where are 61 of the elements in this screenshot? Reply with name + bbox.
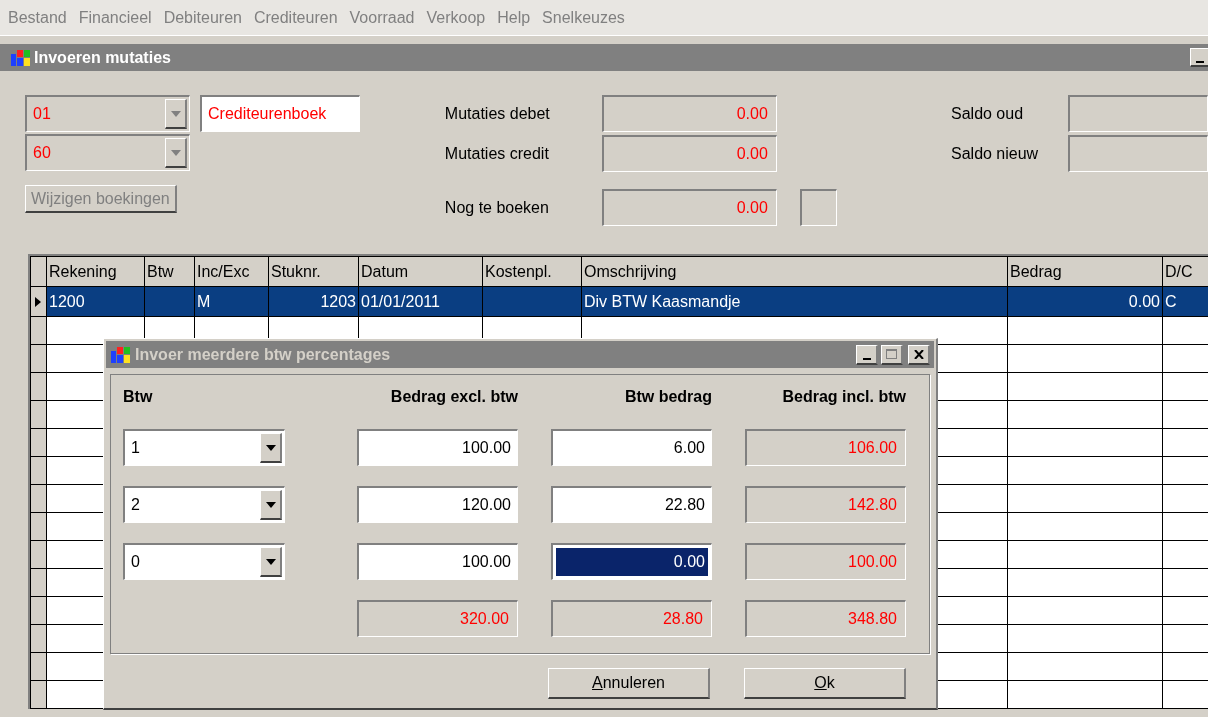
column-header[interactable]: Inc/Exc bbox=[194, 256, 269, 287]
table-cell: 1200 bbox=[46, 286, 145, 317]
balance-field[interactable] bbox=[1068, 135, 1208, 172]
dialog-title: Invoer meerdere btw percentages bbox=[135, 344, 391, 365]
row-header-cell bbox=[30, 256, 47, 287]
dropdown-arrow-button[interactable] bbox=[260, 433, 282, 463]
caret-icon bbox=[170, 149, 181, 156]
table-cell: Div BTW Kaasmandje bbox=[581, 286, 1008, 317]
column-header[interactable]: D/C bbox=[1162, 256, 1208, 287]
table-cell: M bbox=[194, 286, 269, 317]
dropdown-arrow-button[interactable] bbox=[165, 138, 187, 168]
journal-name-field[interactable]: Crediteurenboek bbox=[200, 95, 360, 132]
caret-icon bbox=[265, 558, 276, 565]
total-label: Mutaties debet bbox=[444, 103, 551, 124]
caret-icon bbox=[265, 444, 276, 451]
close-button[interactable] bbox=[908, 344, 930, 365]
balance-field[interactable] bbox=[1068, 95, 1208, 132]
vat-code-combo[interactable]: 1 bbox=[123, 429, 285, 466]
booking-row[interactable]: 1200 M 1203 01/01/2011 Div BTW Kaasmandje 0.00 C bbox=[30, 286, 1208, 317]
amount-excl-field[interactable]: 100.00 bbox=[357, 543, 518, 580]
window-logo-icon bbox=[110, 344, 132, 365]
amount-excl-field[interactable]: 100.00 bbox=[357, 429, 518, 466]
balance-label: Saldo nieuw bbox=[951, 143, 1040, 164]
column-header[interactable]: Rekening bbox=[46, 256, 145, 287]
minimize-button[interactable] bbox=[1190, 48, 1208, 67]
vat-code-combo[interactable]: 2 bbox=[123, 486, 285, 523]
remaining-label: Nog te boeken bbox=[444, 197, 550, 218]
close-icon bbox=[913, 349, 924, 359]
table-cell: 01/01/2011 bbox=[358, 286, 483, 317]
column-label: Btw bedrag bbox=[623, 387, 712, 407]
table-cell: 0.00 bbox=[1007, 286, 1163, 317]
maximize-button[interactable] bbox=[881, 344, 903, 365]
minimize-button[interactable] bbox=[856, 344, 878, 365]
dropdown-arrow-button[interactable] bbox=[260, 490, 282, 520]
column-header[interactable]: Kostenpl. bbox=[482, 256, 582, 287]
dialog-button[interactable]: Annuleren bbox=[548, 668, 710, 699]
caret-icon bbox=[265, 501, 276, 508]
column-header[interactable]: Omschrijving bbox=[581, 256, 1008, 287]
column-header[interactable]: Btw bbox=[144, 256, 195, 287]
window-logo-icon bbox=[10, 47, 32, 68]
column-header[interactable]: Bedrag bbox=[1007, 256, 1163, 287]
caret-icon bbox=[170, 110, 181, 117]
amount-excl-field[interactable]: 120.00 bbox=[357, 486, 518, 523]
current-row-icon bbox=[35, 296, 41, 307]
dropdown-arrow-button[interactable] bbox=[260, 547, 282, 577]
column-label: Bedrag excl. btw bbox=[389, 387, 518, 407]
window-title: Invoeren mutaties bbox=[34, 47, 171, 68]
column-header[interactable]: Datum bbox=[358, 256, 483, 287]
dialog-button[interactable]: Ok bbox=[744, 668, 906, 699]
column-header[interactable]: Stuknr. bbox=[268, 256, 359, 287]
total-label: Mutaties credit bbox=[444, 143, 550, 164]
column-label: Btw bbox=[123, 387, 154, 407]
vat-amount-field[interactable]: 6.00 bbox=[551, 429, 712, 466]
vat-amount-field[interactable]: 22.80 bbox=[551, 486, 712, 523]
column-label: Bedrag incl. btw bbox=[781, 387, 906, 407]
indicator-field[interactable] bbox=[799, 189, 837, 226]
balance-label: Saldo oud bbox=[951, 103, 1025, 124]
vat-code-combo[interactable]: 0 bbox=[123, 543, 285, 580]
vat-amount-field[interactable]: 0.00 bbox=[551, 543, 712, 580]
table-cell: 1203 bbox=[268, 286, 359, 317]
dropdown-arrow-button[interactable] bbox=[165, 99, 187, 129]
